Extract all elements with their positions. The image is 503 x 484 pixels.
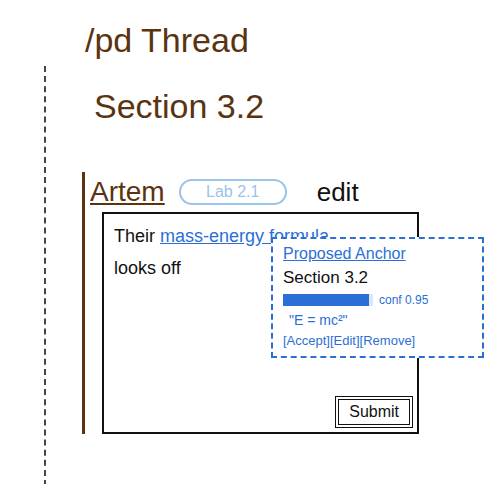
anchor-quote: "E = mc²" — [283, 312, 472, 328]
page-title: /pd Thread — [0, 0, 503, 62]
popover-title: Proposed Anchor — [283, 245, 472, 263]
popover-action[interactable]: [Edit] — [330, 333, 360, 348]
popover-actions: [Accept][Edit][Remove] — [283, 333, 472, 348]
comment-editor[interactable]: Their mass-energy formulalooks off Submi… — [102, 212, 419, 434]
post: Artem Lab 2.1 edit Their mass-energy for… — [82, 172, 503, 434]
author-name[interactable]: Artem — [90, 176, 165, 208]
page: /pd Thread Section 3.2 Artem Lab 2.1 edi… — [0, 0, 503, 484]
thread: Section 3.2 Artem Lab 2.1 edit Their mas… — [44, 66, 503, 484]
confidence-bar — [283, 294, 373, 306]
lab-badge: Lab 2.1 — [179, 179, 287, 205]
anchor-section: Section 3.2 — [283, 268, 472, 288]
popover-action[interactable]: [Accept] — [283, 333, 330, 348]
confidence-reading: conf 0.95 — [379, 293, 428, 307]
post-header: Artem Lab 2.1 edit — [90, 172, 503, 212]
submit-button[interactable]: Submit — [335, 396, 413, 428]
anchor-popover: Proposed Anchor Section 3.2 conf 0.95 "E… — [271, 237, 484, 358]
edit-link[interactable]: edit — [317, 177, 359, 208]
section-title: Section 3.2 — [94, 66, 503, 128]
confidence-row: conf 0.95 — [283, 293, 472, 307]
popover-action[interactable]: [Remove] — [360, 333, 416, 348]
